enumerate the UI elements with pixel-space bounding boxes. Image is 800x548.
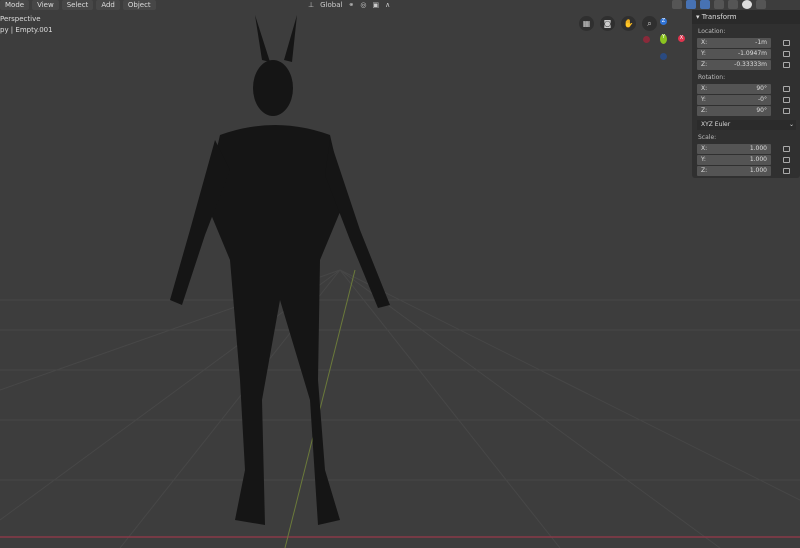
field-value: 1.000: [749, 166, 767, 174]
axis-label: Y:: [701, 95, 706, 103]
scale-label: Scale:: [698, 134, 717, 141]
field-value: -0°: [758, 95, 767, 103]
snap-icon[interactable]: ◎: [360, 1, 366, 9]
lock-icon[interactable]: [783, 156, 790, 163]
lock-icon[interactable]: [783, 107, 790, 114]
overlay-toggle-icon[interactable]: [700, 0, 710, 9]
gizmo-neg-z[interactable]: [660, 53, 667, 60]
chevron-down-icon: ⌄: [788, 121, 794, 128]
rotation-field[interactable]: Y: -0°: [697, 94, 771, 105]
rotation-row: X: 90°: [697, 83, 800, 94]
transform-tools: ⊥ Global ⚭ ◎ ▣ ∧: [308, 0, 390, 10]
gizmo-neg-x[interactable]: [643, 36, 650, 43]
visibility-icon[interactable]: [672, 0, 682, 9]
field-value: 90°: [756, 106, 767, 114]
xray-icon[interactable]: [714, 0, 724, 9]
proportional-icon[interactable]: ∧: [385, 1, 390, 9]
location-field[interactable]: Y: -1.0947m: [697, 48, 771, 59]
location-row: Y: -1.0947m: [697, 48, 800, 59]
axis-label: Z:: [701, 166, 708, 174]
lock-icon[interactable]: [783, 145, 790, 152]
location-field[interactable]: Z: -0.33333m: [697, 59, 771, 70]
axis-label: X:: [701, 144, 708, 152]
lock-icon[interactable]: [783, 167, 790, 174]
axis-label: Y:: [701, 155, 706, 163]
material-shading-icon[interactable]: [756, 0, 766, 9]
scale-field[interactable]: X: 1.000: [697, 143, 771, 154]
transform-title: Transform: [701, 13, 737, 21]
location-label: Location:: [698, 28, 726, 35]
view-name: Perspective: [0, 15, 41, 23]
rotation-mode-value: XYZ Euler: [701, 121, 731, 128]
scale-row: X: 1.000: [697, 143, 800, 154]
lock-icon[interactable]: [783, 96, 790, 103]
field-value: -1.0947m: [737, 49, 767, 57]
lock-icon[interactable]: [783, 85, 790, 92]
location-field[interactable]: X: -1m: [697, 37, 771, 48]
transform-header[interactable]: ▾ Transform: [692, 10, 800, 24]
field-value: -0.33333m: [734, 60, 767, 68]
axis-label: X:: [701, 38, 708, 46]
gizmo-x[interactable]: X: [678, 35, 685, 42]
scale-row: Y: 1.000: [697, 154, 800, 165]
snap-target-icon[interactable]: ▣: [372, 1, 379, 9]
navigation-buttons: ▦ ◙ ✋ ⌕: [579, 16, 657, 31]
scale-row: Z: 1.000: [697, 165, 800, 176]
field-value: 90°: [756, 84, 767, 92]
rotation-field[interactable]: Z: 90°: [697, 105, 771, 116]
orientation-icon: ⊥: [308, 1, 315, 9]
pivot-icon[interactable]: ⚭: [348, 1, 354, 9]
axis-label: Z:: [701, 106, 708, 114]
lock-icon[interactable]: [783, 39, 790, 46]
rotation-label: Rotation:: [698, 74, 726, 81]
axis-label: Z:: [701, 60, 708, 68]
gizmo-y[interactable]: Y: [660, 34, 667, 44]
lock-icon[interactable]: [783, 61, 790, 68]
character-model: [170, 15, 390, 525]
camera-icon[interactable]: ◙: [600, 16, 615, 31]
solid-shading-icon[interactable]: [742, 0, 752, 9]
viewport-grid[interactable]: [0, 0, 800, 548]
orientation-dropdown[interactable]: Global: [320, 1, 342, 9]
menu-select[interactable]: Select: [61, 0, 94, 10]
viewport-shading: [672, 0, 766, 10]
location-row: Z: -0.33333m: [697, 59, 800, 70]
menu-view[interactable]: View: [32, 0, 59, 10]
lock-icon[interactable]: [783, 50, 790, 57]
field-value: 1.000: [749, 144, 767, 152]
field-value: -1m: [755, 38, 767, 46]
zoom-icon[interactable]: ⌕: [642, 16, 657, 31]
location-row: X: -1m: [697, 37, 800, 48]
rotation-mode-select[interactable]: XYZ Euler ⌄: [697, 120, 796, 130]
transform-panel: ▾ Transform Location: X: -1m Y: -1.0947m Z: -…: [692, 10, 800, 178]
object-name: py | Empty.001: [0, 26, 53, 34]
menu-mode[interactable]: Mode: [0, 0, 30, 10]
rotation-row: Z: 90°: [697, 105, 800, 116]
menu-add[interactable]: Add: [96, 0, 120, 10]
scale-field[interactable]: Y: 1.000: [697, 154, 771, 165]
rotation-row: Y: -0°: [697, 94, 800, 105]
rotation-field[interactable]: X: 90°: [697, 83, 771, 94]
hand-pan-icon[interactable]: ✋: [621, 16, 636, 31]
grid-view-icon[interactable]: ▦: [579, 16, 594, 31]
gizmo-z[interactable]: Z: [660, 18, 667, 25]
field-value: 1.000: [749, 155, 767, 163]
gizmo-toggle-icon[interactable]: [686, 0, 696, 9]
axis-label: X:: [701, 84, 708, 92]
header-menu: Mode View Select Add Object: [0, 0, 156, 10]
menu-object[interactable]: Object: [122, 0, 156, 10]
axis-label: Y:: [701, 49, 706, 57]
wireframe-shading-icon[interactable]: [728, 0, 738, 9]
scale-field[interactable]: Z: 1.000: [697, 165, 771, 176]
